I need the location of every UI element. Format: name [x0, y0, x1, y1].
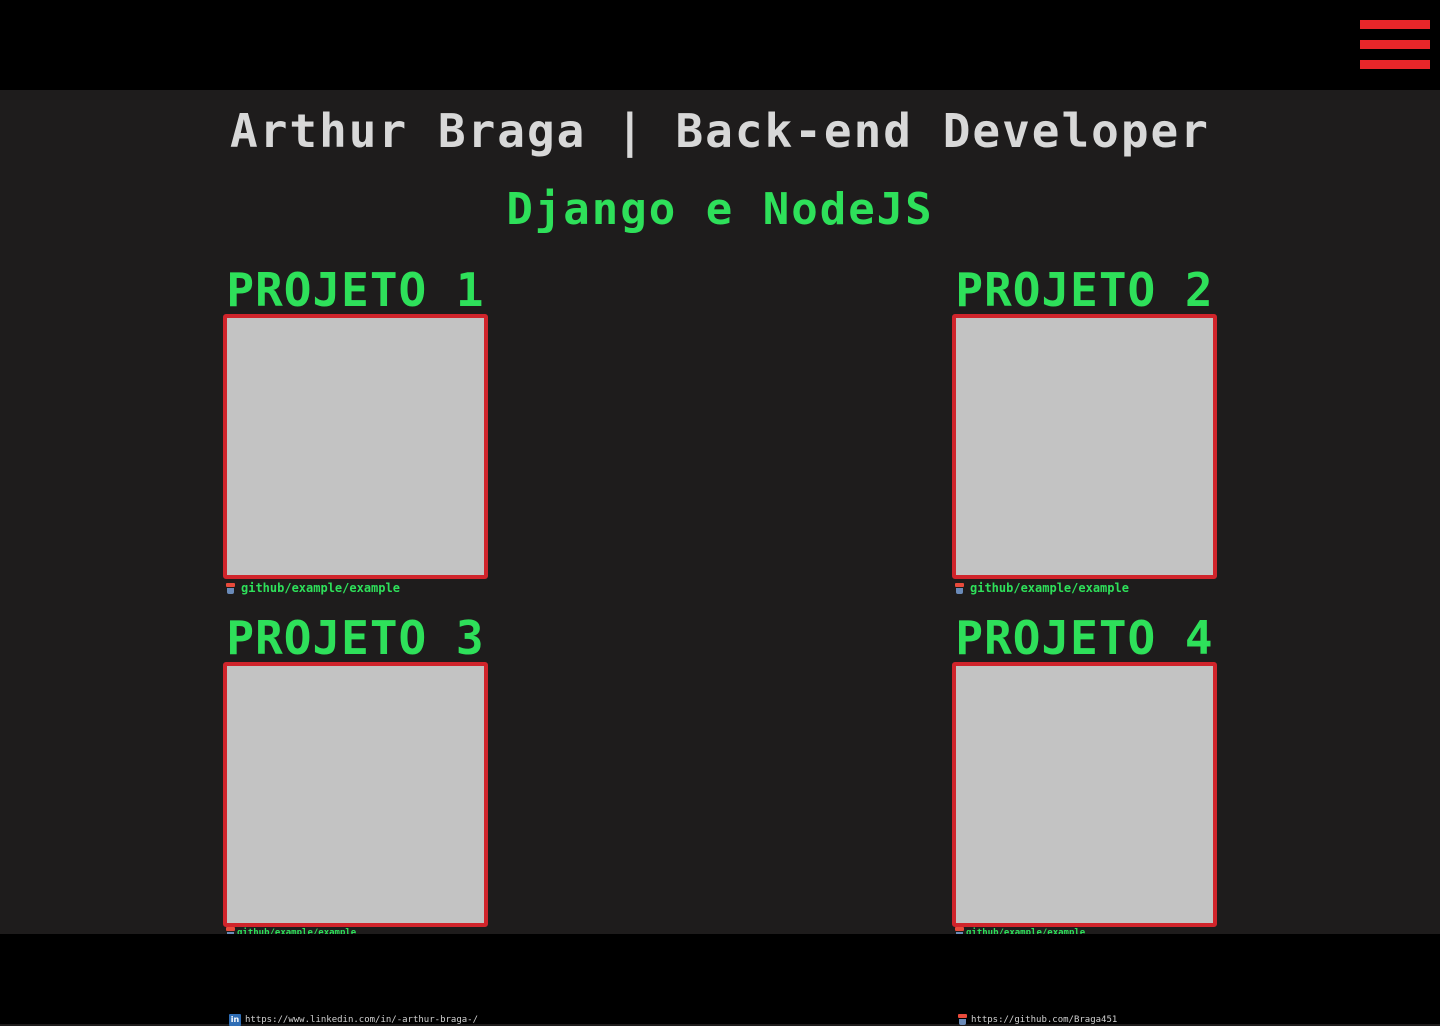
page-subtitle: Django e NodeJS — [506, 184, 934, 235]
menu-bar — [1360, 60, 1430, 69]
project-link[interactable]: github/example/example — [955, 581, 1217, 595]
coffee-icon — [958, 1014, 967, 1025]
project-preview[interactable] — [952, 662, 1217, 927]
github-link[interactable]: https://github.com/Braga451 — [958, 1014, 1117, 1025]
top-nav-bar — [0, 0, 1440, 90]
menu-bar — [1360, 20, 1430, 29]
project-title: PROJETO 4 — [955, 611, 1214, 665]
linkedin-icon: in — [229, 1014, 241, 1026]
footer: in https://www.linkedin.com/in/-arthur-b… — [0, 934, 1440, 1026]
project-link[interactable]: github/example/example — [226, 581, 488, 595]
project-link-label: github/example/example — [970, 581, 1129, 595]
project-card-3: PROJETO 3 github/example/example — [223, 614, 488, 938]
project-card-1: PROJETO 1 github/example/example — [223, 266, 488, 595]
hamburger-menu-icon[interactable] — [1360, 20, 1430, 70]
project-title: PROJETO 3 — [226, 611, 485, 665]
project-preview[interactable] — [952, 314, 1217, 579]
linkedin-link[interactable]: in https://www.linkedin.com/in/-arthur-b… — [229, 1014, 478, 1026]
project-preview[interactable] — [223, 314, 488, 579]
github-url: https://github.com/Braga451 — [971, 1014, 1118, 1025]
project-card-2: PROJETO 2 github/example/example — [952, 266, 1217, 595]
page-title: Arthur Braga | Back-end Developer — [230, 104, 1210, 158]
coffee-icon — [226, 582, 235, 594]
project-card-4: PROJETO 4 github/example/example — [952, 614, 1217, 938]
menu-bar — [1360, 40, 1430, 49]
project-title: PROJETO 2 — [955, 263, 1214, 317]
project-title: PROJETO 1 — [226, 263, 485, 317]
coffee-icon — [955, 582, 964, 594]
project-link-label: github/example/example — [241, 581, 400, 595]
project-preview[interactable] — [223, 662, 488, 927]
